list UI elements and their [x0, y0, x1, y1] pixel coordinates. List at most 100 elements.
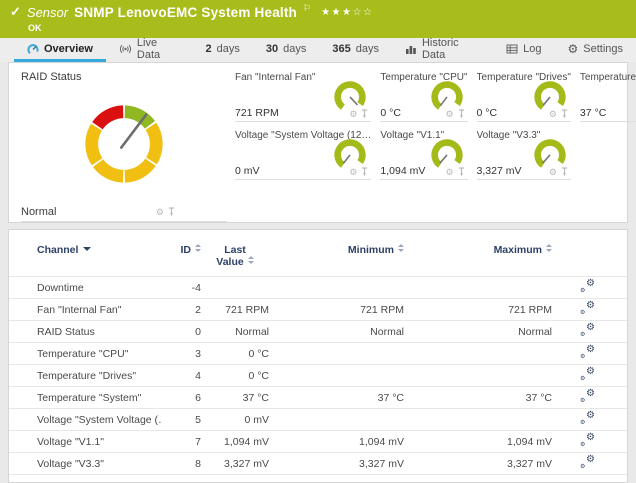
- column-header-minimum[interactable]: Minimum: [269, 242, 404, 277]
- table-row-downtime: Downtime -4 ⚙⚙: [9, 277, 627, 299]
- channel-minimum: [269, 343, 404, 365]
- channel-name[interactable]: Temperature "System": [9, 387, 161, 409]
- channel-name[interactable]: Voltage "V3.3": [9, 453, 161, 475]
- mini-gauge-voltage-v1-1[interactable]: Voltage "V1.1" 1,094 mV ⚙: [380, 129, 467, 180]
- gauge-settings-gear-icon[interactable]: ⚙: [549, 110, 557, 119]
- gauge-settings-gear-icon[interactable]: ⚙: [349, 168, 357, 177]
- mini-gauge-value: 721 RPM: [235, 107, 279, 119]
- gauge-settings-gear-icon[interactable]: ⚙: [349, 110, 357, 119]
- mini-gauge-needle: [543, 155, 550, 163]
- mini-gauge-needle: [543, 97, 550, 105]
- tab-365-days[interactable]: 365 days: [319, 38, 392, 62]
- page-title: SNMP LenovoEMC System Health: [74, 5, 297, 20]
- gauge-pin-icon[interactable]: [561, 109, 568, 119]
- channel-name[interactable]: Downtime: [9, 277, 161, 299]
- sort-arrows-icon: [195, 244, 201, 252]
- channel-last-value: 37 °C: [201, 387, 269, 409]
- tab-2-days[interactable]: 2 days: [193, 38, 253, 62]
- tab-log[interactable]: Log: [493, 38, 554, 62]
- tab-settings[interactable]: ⚙ Settings: [554, 38, 636, 62]
- priority-stars[interactable]: ★★★☆☆: [321, 7, 373, 18]
- mini-gauge-value: 1,094 mV: [380, 165, 425, 177]
- channel-last-value: Normal: [201, 321, 269, 343]
- mini-gauge-needle: [344, 155, 351, 164]
- channel-name[interactable]: Temperature "CPU": [9, 343, 161, 365]
- gauge-pin-icon[interactable]: [458, 167, 465, 177]
- channel-id: -4: [161, 277, 201, 299]
- channel-settings-icon[interactable]: ⚙⚙: [580, 434, 595, 447]
- mini-gauges-grid: Fan "Internal Fan" 721 RPM ⚙ Temperature…: [235, 71, 636, 222]
- gauge-pin-icon[interactable]: [361, 167, 368, 177]
- tab-2-days-number: 2: [206, 43, 212, 55]
- gauge-pin-icon[interactable]: [561, 167, 568, 177]
- mini-gauge-voltage-system[interactable]: Voltage "System Voltage (12… 0 mV ⚙: [235, 129, 371, 180]
- mini-gauge-voltage-v3-3[interactable]: Voltage "V3.3" 3,327 mV ⚙: [477, 129, 571, 180]
- mini-gauge-temperature-cpu[interactable]: Temperature "CPU" 0 °C ⚙: [380, 71, 467, 122]
- gauge-pin-icon[interactable]: [361, 109, 368, 119]
- overview-gauge-icon: [27, 43, 39, 55]
- channel-settings-icon[interactable]: ⚙⚙: [580, 280, 595, 293]
- channel-id: 5: [161, 409, 201, 431]
- channel-maximum: 37 °C: [404, 387, 552, 409]
- gauge-pin-icon[interactable]: [168, 207, 175, 217]
- stars-empty: ☆☆: [353, 7, 374, 18]
- tab-30-days[interactable]: 30 days: [253, 38, 320, 62]
- mini-gauge-fan-internal-fan[interactable]: Fan "Internal Fan" 721 RPM ⚙: [235, 71, 371, 122]
- table-row-fan-internal-fan: Fan "Internal Fan" 2 721 RPM 721 RPM 721…: [9, 299, 627, 321]
- mini-gauge-value: 0 °C: [477, 107, 498, 119]
- mini-gauge-temperature-system[interactable]: Temperature "System" 37 °C ⚙: [580, 71, 636, 122]
- mini-gauge-needle: [350, 97, 357, 105]
- channel-name[interactable]: Temperature "Drives": [9, 365, 161, 387]
- gauge-settings-gear-icon[interactable]: ⚙: [549, 168, 557, 177]
- channel-settings-icon[interactable]: ⚙⚙: [580, 368, 595, 381]
- channel-settings-icon[interactable]: ⚙⚙: [580, 456, 595, 469]
- table-row-voltage-v1-1: Voltage "V1.1" 7 1,094 mV 1,094 mV 1,094…: [9, 431, 627, 453]
- channel-last-value: 0 mV: [201, 409, 269, 431]
- table-row-voltage-system: Voltage "System Voltage (… 5 0 mV ⚙⚙: [9, 409, 627, 431]
- column-header-channel[interactable]: Channel: [9, 242, 161, 277]
- table-row-raid-status: RAID Status 0 Normal Normal Normal ⚙⚙: [9, 321, 627, 343]
- channel-maximum: [404, 277, 552, 299]
- tab-live-data-label: Live Data: [137, 37, 180, 61]
- column-header-id[interactable]: ID: [161, 242, 201, 277]
- channel-settings-icon[interactable]: ⚙⚙: [580, 324, 595, 337]
- channel-last-value: [201, 277, 269, 299]
- table-row-temperature-cpu: Temperature "CPU" 3 0 °C ⚙⚙: [9, 343, 627, 365]
- channel-id: 7: [161, 431, 201, 453]
- flag-icon[interactable]: ⚐: [303, 3, 311, 14]
- channel-settings-icon[interactable]: ⚙⚙: [580, 302, 595, 315]
- gauge-pin-icon[interactable]: [458, 109, 465, 119]
- column-header-maximum[interactable]: Maximum: [404, 242, 552, 277]
- channel-minimum: [269, 277, 404, 299]
- channel-name[interactable]: Fan "Internal Fan": [9, 299, 161, 321]
- gauge-settings-gear-icon[interactable]: ⚙: [445, 110, 453, 119]
- mini-gauge-value: 0 mV: [235, 165, 260, 177]
- channel-settings-icon[interactable]: ⚙⚙: [580, 412, 595, 425]
- raid-status-gauge-panel[interactable]: RAID Status Normal ⚙: [21, 71, 227, 222]
- channel-minimum: Normal: [269, 321, 404, 343]
- sort-caret-icon: [83, 247, 91, 251]
- channel-name[interactable]: RAID Status: [9, 321, 161, 343]
- tab-2-days-unit: days: [217, 43, 240, 55]
- channel-name[interactable]: Voltage "System Voltage (…: [9, 409, 161, 431]
- tab-log-label: Log: [523, 43, 541, 55]
- channel-maximum: 3,327 mV: [404, 453, 552, 475]
- gauge-settings-gear-icon[interactable]: ⚙: [156, 208, 164, 217]
- channel-settings-icon[interactable]: ⚙⚙: [580, 390, 595, 403]
- sensor-status-text: OK: [28, 23, 626, 33]
- raid-gauge-title: RAID Status: [21, 71, 227, 83]
- channel-minimum: 721 RPM: [269, 299, 404, 321]
- ok-check-icon: ✓: [10, 4, 21, 20]
- tab-historic-data[interactable]: Historic Data: [392, 38, 493, 62]
- tab-live-data[interactable]: Live Data: [106, 38, 193, 62]
- gauge-settings-gear-icon[interactable]: ⚙: [445, 168, 453, 177]
- mini-gauge-temperature-drives[interactable]: Temperature "Drives" 0 °C ⚙: [477, 71, 571, 122]
- channel-settings-icon[interactable]: ⚙⚙: [580, 346, 595, 359]
- live-data-icon: [119, 43, 132, 55]
- channel-minimum: 1,094 mV: [269, 431, 404, 453]
- channel-name[interactable]: Voltage "V1.1": [9, 431, 161, 453]
- channel-last-value: 0 °C: [201, 365, 269, 387]
- tab-overview[interactable]: Overview: [14, 38, 106, 62]
- channel-id: 8: [161, 453, 201, 475]
- column-header-last-value[interactable]: LastValue: [201, 242, 269, 277]
